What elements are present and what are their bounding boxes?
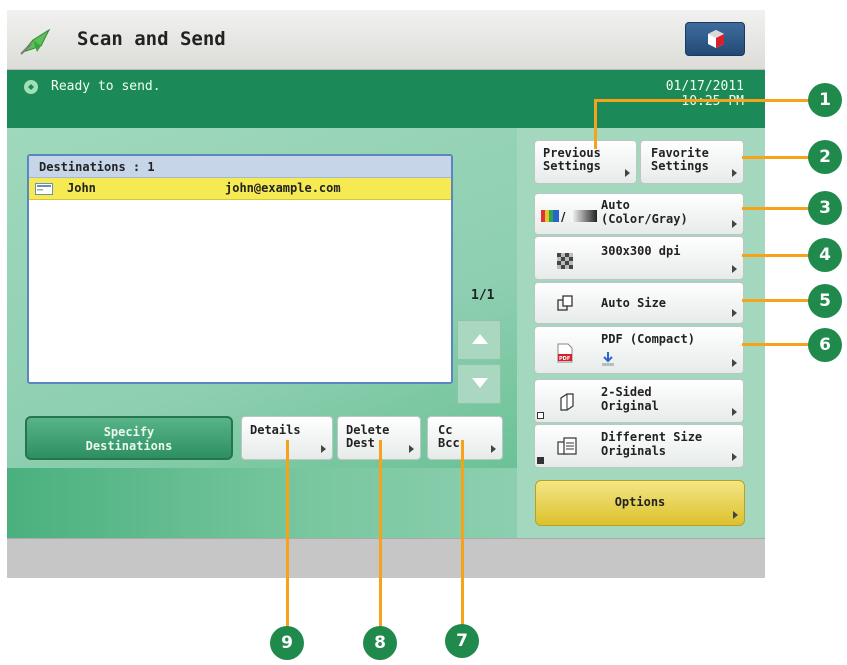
svg-text:/: / [561, 210, 566, 222]
shortcut-mark-icon [537, 412, 544, 419]
specify-destinations-button[interactable]: Specify Destinations [25, 416, 233, 460]
callout-line-8 [379, 440, 382, 628]
favorite-settings-button[interactable]: Favorite Settings [640, 140, 744, 184]
status-ready-icon [24, 80, 38, 94]
file-format-label: PDF (Compact) [601, 332, 695, 346]
favorite-label-line2: Settings [651, 159, 709, 173]
two-sided-original-button[interactable]: 2-Sided Original [534, 379, 744, 423]
panel-bottom-strip [7, 468, 517, 538]
scroll-up-button[interactable] [457, 320, 501, 360]
compress-download-icon [602, 352, 614, 366]
color-mode-button[interactable]: / Auto (Color/Gray) [534, 193, 744, 235]
different-size-originals-button[interactable]: Different Size Originals [534, 424, 744, 468]
callout-1: 1 [808, 83, 842, 117]
cc-bcc-button[interactable]: Cc Bcc [427, 416, 503, 460]
scroll-down-button[interactable] [457, 364, 501, 404]
pdf-file-icon: PDF [557, 343, 573, 363]
chevron-right-icon [491, 445, 496, 453]
callout-9: 9 [270, 626, 304, 660]
scan-size-label: Auto Size [601, 296, 667, 310]
shortcut-mark-icon [537, 457, 544, 464]
destination-list-header: Destinations : 1 [29, 156, 451, 178]
chevron-right-icon [732, 265, 737, 273]
callout-3: 3 [808, 191, 842, 225]
resolution-label: 300x300 dpi [601, 244, 681, 258]
callout-2: 2 [808, 140, 842, 174]
file-format-button[interactable]: PDF PDF (Compact) [534, 326, 744, 374]
auto-size-icon [557, 295, 573, 311]
specify-label-line1: Specify [103, 425, 155, 439]
chevron-right-icon [732, 309, 737, 317]
callout-6: 6 [808, 328, 842, 362]
status-message: Ready to send. [51, 79, 161, 94]
callout-line-9 [286, 440, 289, 628]
page-indicator: 1/1 [471, 288, 495, 303]
chevron-right-icon [732, 408, 737, 416]
color-gray-icon: / [541, 210, 597, 222]
callout-4: 4 [808, 238, 842, 272]
chevron-right-icon [733, 511, 738, 519]
chevron-right-icon [732, 169, 737, 177]
chevron-right-icon [732, 359, 737, 367]
resolution-grid-icon [557, 253, 573, 269]
cube-icon [708, 30, 724, 48]
status-date: 01/17/2011 [665, 79, 744, 94]
previous-settings-button[interactable]: Previous Settings [534, 140, 637, 184]
callout-7: 7 [445, 624, 479, 658]
callout-5: 5 [808, 284, 842, 318]
chevron-right-icon [321, 445, 326, 453]
chevron-right-icon [732, 220, 737, 228]
two-sided-label-line1: 2-Sided [601, 385, 652, 399]
chevron-right-icon [732, 453, 737, 461]
destination-email: john@example.com [225, 181, 341, 195]
different-size-label-line1: Different Size [601, 430, 703, 444]
svg-text:PDF: PDF [559, 356, 570, 362]
settings-panel: Previous Settings Favorite Settings / Au… [517, 128, 765, 538]
color-label-line2: (Color/Gray) [601, 212, 688, 226]
main-menu-button[interactable] [685, 22, 745, 56]
bottom-bar [7, 538, 765, 578]
previous-label-line2: Settings [543, 159, 601, 173]
arrow-down-icon [472, 378, 488, 388]
destination-list: Destinations : 1 John john@example.com [27, 154, 453, 384]
two-sided-label-line2: Original [601, 399, 659, 413]
different-size-label-line2: Originals [601, 444, 667, 458]
specify-label-line2: Destinations [85, 439, 173, 453]
callout-8: 8 [363, 626, 397, 660]
destination-name: John [67, 181, 96, 195]
title-bar: Scan and Send [7, 10, 765, 70]
chevron-right-icon [409, 445, 414, 453]
arrow-up-icon [472, 334, 488, 344]
two-sided-icon [560, 393, 574, 411]
address-card-icon [35, 183, 53, 195]
callout-line-7 [461, 440, 464, 628]
callout-line-1-vertical [594, 101, 597, 149]
resolution-button[interactable]: 300x300 dpi [534, 236, 744, 280]
destination-row[interactable]: John john@example.com [29, 178, 451, 200]
callout-line-1-horizontal [594, 99, 824, 102]
options-label: Options [614, 495, 666, 509]
device-screen: Scan and Send Ready to send. 01/17/2011 … [7, 10, 765, 578]
destination-panel: Destinations : 1 John john@example.com 1… [7, 128, 517, 538]
details-label: Details [250, 423, 301, 437]
page-title: Scan and Send [77, 28, 226, 50]
scan-size-button[interactable]: Auto Size [534, 282, 744, 324]
scan-send-app-icon [20, 28, 51, 55]
different-size-icon [557, 437, 577, 455]
chevron-right-icon [625, 169, 630, 177]
options-button[interactable]: Options [535, 480, 745, 526]
color-label-line1: Auto [601, 198, 630, 212]
